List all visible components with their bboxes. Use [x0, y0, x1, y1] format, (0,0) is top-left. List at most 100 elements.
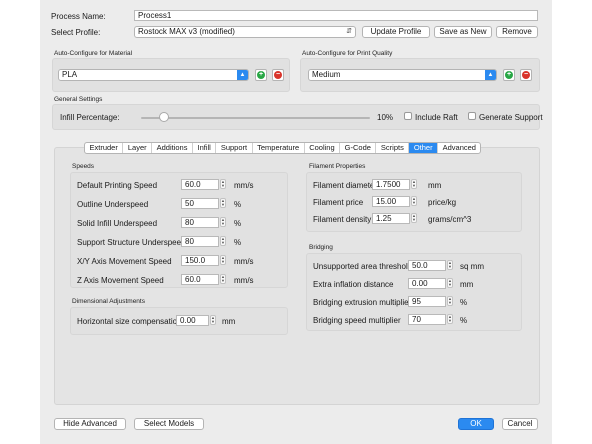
speeds-row-unit: mm/s: [234, 276, 254, 285]
material-group-title: Auto-Configure for Material: [54, 50, 133, 57]
include-raft-label: Include Raft: [415, 113, 458, 122]
speeds-row-input[interactable]: 60.0: [181, 179, 219, 190]
add-quality-button[interactable]: +: [503, 69, 515, 81]
generate-support-checkbox[interactable]: [468, 112, 476, 120]
bridging-row-unit: mm: [460, 280, 474, 289]
process-name-label: Process Name:: [51, 12, 106, 21]
bridging-row-label: Bridging extrusion multiplier: [313, 298, 412, 307]
stepper-arrows-icon[interactable]: ▲ ▼: [447, 260, 453, 270]
select-arrows-icon: ▲: [237, 70, 248, 80]
quality-group-title: Auto-Configure for Print Quality: [302, 50, 393, 57]
add-material-button[interactable]: +: [255, 69, 267, 81]
plus-icon: +: [505, 71, 513, 79]
material-select-value: PLA: [62, 70, 78, 79]
tab-additions[interactable]: Additions: [152, 143, 193, 153]
speeds-row-label: X/Y Axis Movement Speed: [77, 257, 172, 266]
speeds-row-input[interactable]: 50: [181, 198, 219, 209]
speeds-row-input[interactable]: 60.0: [181, 274, 219, 285]
tab-scripts[interactable]: Scripts: [376, 143, 410, 153]
speeds-title: Speeds: [72, 163, 95, 170]
save-as-new-button[interactable]: Save as New: [434, 26, 492, 38]
remove-profile-button[interactable]: Remove: [496, 26, 538, 38]
stepper-arrows-icon[interactable]: ▲ ▼: [220, 255, 226, 265]
speeds-row-unit: mm/s: [234, 257, 254, 266]
filament-row-label: Filament density: [313, 215, 372, 224]
stepper-arrows-icon[interactable]: ▲ ▼: [411, 196, 417, 206]
tab-temperature[interactable]: Temperature: [253, 143, 305, 153]
bridging-row-input[interactable]: 0.00: [408, 278, 446, 289]
speeds-row-label: Outline Underspeed: [77, 200, 149, 209]
filament-row-input[interactable]: 1.7500: [372, 179, 410, 190]
tab-gcode[interactable]: G-Code: [340, 143, 377, 153]
include-raft-checkbox[interactable]: [404, 112, 412, 120]
process-name-input[interactable]: Process1: [134, 10, 538, 21]
filament-row-input[interactable]: 1.25: [372, 213, 410, 224]
filament-row-label: Filament price: [313, 198, 364, 207]
stepper-arrows-icon[interactable]: ▲ ▼: [220, 179, 226, 189]
select-profile-label: Select Profile:: [51, 28, 101, 37]
speeds-row-label: Support Structure Underspeed: [77, 238, 186, 247]
horizontal-size-compensation-input[interactable]: 0.00: [176, 315, 209, 326]
stepper-arrows-icon[interactable]: ▲ ▼: [220, 274, 226, 284]
tab-layer[interactable]: Layer: [123, 143, 153, 153]
quality-select[interactable]: Medium ▲: [308, 69, 497, 81]
remove-quality-button[interactable]: −: [520, 69, 532, 81]
stepper-arrows-icon[interactable]: ▲ ▼: [210, 315, 216, 325]
dimensional-title: Dimensional Adjustments: [72, 298, 145, 305]
material-select[interactable]: PLA ▲: [58, 69, 249, 81]
remove-material-button[interactable]: −: [272, 69, 284, 81]
plus-icon: +: [257, 71, 265, 79]
minus-icon: −: [274, 71, 282, 79]
speeds-row-label: Z Axis Movement Speed: [77, 276, 164, 285]
speeds-row-input[interactable]: 150.0: [181, 255, 219, 266]
hide-advanced-button[interactable]: Hide Advanced: [54, 418, 126, 430]
select-models-button[interactable]: Select Models: [134, 418, 204, 430]
chevron-updown-icon: ⇵: [346, 28, 352, 35]
stepper-arrows-icon[interactable]: ▲ ▼: [220, 236, 226, 246]
speeds-row-input[interactable]: 80: [181, 217, 219, 228]
filament-row-unit: price/kg: [428, 198, 457, 207]
bridging-row-label: Unsupported area threshold: [313, 262, 413, 271]
stepper-arrows-icon[interactable]: ▲ ▼: [447, 314, 453, 324]
bridging-row-label: Bridging speed multiplier: [313, 316, 401, 325]
bridging-row-input[interactable]: 70: [408, 314, 446, 325]
stepper-arrows-icon[interactable]: ▲ ▼: [411, 213, 417, 223]
tab-extruder[interactable]: Extruder: [85, 143, 124, 153]
filament-row-unit: grams/cm^3: [428, 215, 472, 224]
infill-slider-track[interactable]: [141, 117, 370, 119]
stepper-arrows-icon[interactable]: ▲ ▼: [447, 296, 453, 306]
stepper-arrows-icon[interactable]: ▲ ▼: [411, 179, 417, 189]
filament-row-input[interactable]: 15.00: [372, 196, 410, 207]
bridging-row-input[interactable]: 95: [408, 296, 446, 307]
profile-select[interactable]: Rostock MAX v3 (modified) ⇵: [134, 26, 356, 38]
bridging-row-input[interactable]: 50.0: [408, 260, 446, 271]
horizontal-size-compensation-label: Horizontal size compensation: [77, 317, 182, 326]
filament-row-unit: mm: [428, 181, 442, 190]
tab-cooling[interactable]: Cooling: [305, 143, 341, 153]
infill-percentage-label: Infill Percentage:: [60, 113, 120, 122]
speeds-row-unit: mm/s: [234, 181, 254, 190]
update-profile-button[interactable]: Update Profile: [362, 26, 430, 38]
stepper-arrows-icon[interactable]: ▲ ▼: [220, 198, 226, 208]
general-settings-title: General Settings: [54, 96, 103, 103]
ok-button[interactable]: OK: [458, 418, 494, 430]
speeds-row-input[interactable]: 80: [181, 236, 219, 247]
tab-infill[interactable]: Infill: [193, 143, 217, 153]
cancel-button[interactable]: Cancel: [502, 418, 538, 430]
infill-slider-knob[interactable]: [158, 112, 169, 122]
tab-advanced[interactable]: Advanced: [438, 143, 480, 153]
filament-title: Filament Properties: [309, 163, 366, 170]
tab-other[interactable]: Other: [409, 143, 439, 153]
minus-icon: −: [522, 71, 530, 79]
bridging-row-unit: %: [460, 316, 468, 325]
bridging-row-unit: sq mm: [460, 262, 484, 271]
quality-select-value: Medium: [312, 70, 341, 79]
filament-row-label: Filament diameter: [313, 181, 378, 190]
infill-percentage-value: 10%: [377, 113, 394, 122]
speeds-row-unit: %: [234, 238, 242, 247]
stepper-arrows-icon[interactable]: ▲ ▼: [220, 217, 226, 227]
tab-support[interactable]: Support: [216, 143, 253, 153]
settings-tabs: Extruder Layer Additions Infill Support …: [84, 142, 482, 154]
horizontal-size-compensation-unit: mm: [222, 317, 236, 326]
stepper-arrows-icon[interactable]: ▲ ▼: [447, 278, 453, 288]
